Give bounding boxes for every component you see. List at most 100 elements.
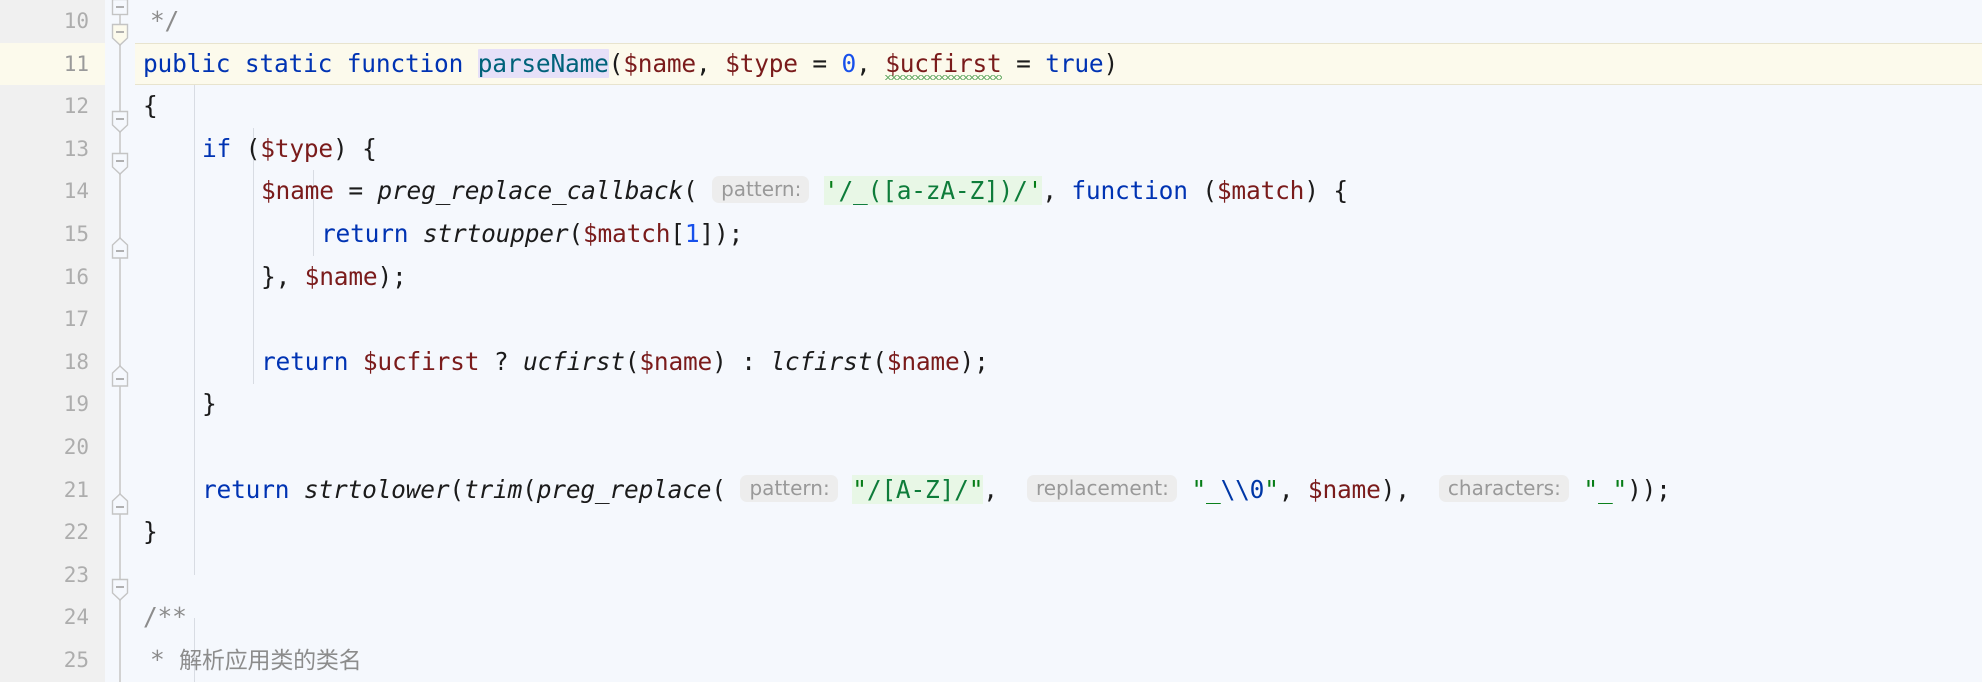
fold-collapse-icon[interactable] xyxy=(109,23,131,46)
token-number-one: 1 xyxy=(684,218,700,248)
line-number[interactable]: 11 xyxy=(0,42,105,86)
code-line[interactable]: $name = preg_replace_callback( pattern: … xyxy=(105,170,1982,213)
token-paren-open: ( xyxy=(568,218,583,248)
code-line-blank[interactable] xyxy=(105,554,1982,597)
token-variable-name: $name xyxy=(1307,474,1381,504)
code-line[interactable]: return strtolower(trim(preg_replace( pat… xyxy=(105,469,1982,512)
token-paren-open: ( xyxy=(245,133,261,163)
inlay-hint-pattern[interactable]: pattern: xyxy=(712,176,810,204)
fold-collapse-icon[interactable] xyxy=(109,0,131,18)
code-line[interactable]: return strtoupper($match[1]); xyxy=(105,213,1982,256)
line-number-column: 10 11 12 13 14 15 16 17 18 19 20 21 22 2… xyxy=(0,0,105,682)
token-comma: , xyxy=(1395,474,1425,504)
token-paren-open: ( xyxy=(522,474,537,504)
code-line[interactable]: return $ucfirst ? ucfirst($name) : lcfir… xyxy=(105,341,1982,384)
token-brace-close: } xyxy=(261,261,276,291)
fold-collapse-icon[interactable] xyxy=(109,578,131,601)
line-number[interactable]: 19 xyxy=(0,383,105,426)
editor-gutter[interactable]: 10 11 12 13 14 15 16 17 18 19 20 21 22 2… xyxy=(0,0,105,682)
line-number[interactable]: 12 xyxy=(0,85,105,128)
line-number[interactable]: 16 xyxy=(0,256,105,299)
code-line[interactable]: } xyxy=(105,383,1982,426)
line-number[interactable]: 15 xyxy=(0,213,105,256)
token-equals: = xyxy=(797,48,842,78)
fold-end-icon[interactable] xyxy=(109,365,131,387)
token-quote: " xyxy=(968,474,984,504)
token-regex-literal: '/_([a-zA-Z])/' xyxy=(823,176,1043,206)
line-number[interactable]: 13 xyxy=(0,128,105,171)
code-line[interactable]: * 解析应用类的类名 xyxy=(105,639,1982,682)
token-regex-underscore: _ xyxy=(853,176,868,206)
code-line[interactable]: }, $name); xyxy=(105,256,1982,299)
code-line[interactable]: public static function parseName($name, … xyxy=(105,42,1982,86)
token-function-ucfirst: ucfirst xyxy=(522,346,625,376)
line-number[interactable]: 10 xyxy=(0,0,105,43)
token-brace-open: { xyxy=(362,133,377,163)
line-number[interactable]: 23 xyxy=(0,554,105,597)
code-editor[interactable]: 10 11 12 13 14 15 16 17 18 19 20 21 22 2… xyxy=(0,0,1982,682)
token-bracket-close: ] xyxy=(699,218,714,248)
token-function-preg-replace-callback: preg_replace_callback xyxy=(377,176,683,206)
code-line-blank[interactable] xyxy=(105,298,1982,341)
token-quote: " xyxy=(1264,474,1279,504)
token-brace-close: } xyxy=(143,517,158,547)
token-function-strtoupper: strtoupper xyxy=(422,218,569,248)
token-string-underscore: _ xyxy=(1206,474,1221,504)
token-equals: = xyxy=(1001,48,1046,78)
line-number[interactable]: 20 xyxy=(0,426,105,469)
token-comma: , xyxy=(275,261,305,291)
token-function-name-parseName[interactable]: parseName xyxy=(477,48,609,78)
code-content-area[interactable]: */ public static function parseName($nam… xyxy=(105,0,1982,682)
token-regex-slash: / xyxy=(866,474,882,504)
code-folding-column[interactable] xyxy=(105,0,135,682)
line-number[interactable]: 17 xyxy=(0,298,105,341)
code-line[interactable]: if ($type) { xyxy=(105,128,1982,171)
token-ternary-question: ? xyxy=(479,346,523,376)
token-paren-open: ( xyxy=(624,346,640,376)
line-number[interactable]: 18 xyxy=(0,341,105,384)
line-number[interactable]: 22 xyxy=(0,511,105,554)
token-number-zero: 0 xyxy=(841,48,857,78)
token-ternary-colon: : xyxy=(726,346,771,376)
token-keyword-static: static xyxy=(244,48,333,78)
token-quote: ' xyxy=(823,176,839,206)
line-number[interactable]: 24 xyxy=(0,596,105,639)
token-bracket-open: [ xyxy=(670,218,685,248)
code-line[interactable]: { xyxy=(105,85,1982,128)
token-paren-open: ( xyxy=(1202,176,1217,206)
code-line[interactable]: } xyxy=(105,511,1982,554)
token-variable-name: $name xyxy=(261,176,334,206)
fold-end-icon[interactable] xyxy=(109,493,131,515)
token-string-characters: "_" xyxy=(1583,474,1628,504)
code-line[interactable]: */ xyxy=(105,0,1982,43)
line-number[interactable]: 21 xyxy=(0,469,105,512)
token-comma: , xyxy=(696,48,726,78)
token-keyword-return: return xyxy=(202,474,290,504)
token-variable-match: $match xyxy=(1216,176,1305,206)
line-number[interactable]: 25 xyxy=(0,639,105,682)
line-number[interactable]: 14 xyxy=(0,170,105,213)
fold-collapse-icon[interactable] xyxy=(109,110,131,133)
fold-collapse-icon[interactable] xyxy=(109,152,131,175)
token-keyword-function: function xyxy=(346,48,464,78)
inlay-hint-characters[interactable]: characters: xyxy=(1438,474,1569,502)
code-line-blank[interactable] xyxy=(105,426,1982,469)
token-quote: ' xyxy=(1027,176,1043,206)
token-function-strtolower: strtolower xyxy=(303,474,450,504)
token-paren-close: ) xyxy=(713,218,729,248)
token-keyword-return: return xyxy=(321,218,409,248)
token-quote: " xyxy=(852,474,867,504)
inlay-hint-pattern[interactable]: pattern: xyxy=(740,474,838,502)
token-semicolon: ; xyxy=(1656,474,1671,504)
token-variable-ucfirst: $ucfirst xyxy=(362,346,480,376)
inlay-hint-replacement[interactable]: replacement: xyxy=(1026,474,1177,502)
fold-end-icon[interactable] xyxy=(109,237,131,259)
code-line[interactable]: /** xyxy=(105,596,1982,639)
